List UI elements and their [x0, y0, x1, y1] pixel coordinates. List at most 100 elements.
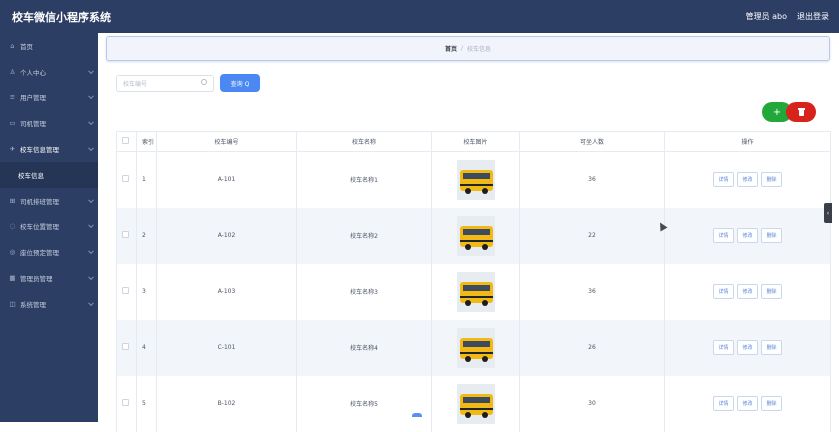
home-icon: ⌂ — [10, 41, 15, 50]
row-name: 校车名称1 — [296, 151, 432, 208]
table-header-row: 索引 校车编号 校车名称 校车图片 可坐人数 操作 — [116, 131, 831, 152]
bus-table: 索引 校车编号 校车名称 校车图片 可坐人数 操作 1 A-101 校车名称1 36 详… — [116, 131, 831, 432]
row-checkbox[interactable] — [122, 287, 129, 294]
row-checkbox[interactable] — [122, 343, 129, 350]
user-icon: ♙ — [9, 67, 16, 76]
edit-button[interactable]: 修改 — [737, 284, 758, 299]
header-select — [116, 131, 137, 152]
row-checkbox[interactable] — [122, 175, 129, 183]
card-icon: ▭ — [9, 119, 16, 128]
sidebar-item-6[interactable]: ⊞ 司机排班管理 — [0, 188, 98, 214]
edit-button[interactable]: 修改 — [737, 340, 758, 355]
row-seats: 36 — [519, 151, 665, 208]
row-select — [116, 375, 137, 432]
sidebar-item-4[interactable]: ✈ 校车信息管理 — [0, 136, 98, 162]
delete-button[interactable]: 删除 — [761, 172, 782, 188]
sidebar-item-5[interactable]: 校车信息 — [0, 161, 98, 188]
row-code: A-103 — [156, 263, 297, 320]
search-input[interactable]: 校车编号 — [116, 75, 214, 92]
sidebar-item-label: 首页 — [20, 42, 33, 51]
sidebar-item-9[interactable]: ▦ 管理员管理 — [0, 265, 98, 291]
delete-button[interactable]: 删除 — [761, 340, 782, 355]
chevron-down-icon — [88, 300, 94, 306]
row-seats: 30 — [519, 375, 665, 432]
breadcrumb: 首页 / 校车信息 — [106, 36, 830, 61]
chevron-down-icon — [88, 145, 94, 152]
sidebar-item-label: 司机管理 — [20, 120, 46, 129]
header-seats: 可坐人数 — [519, 131, 665, 152]
search-placeholder: 校车编号 — [123, 81, 148, 88]
edit-button[interactable]: 修改 — [737, 172, 758, 188]
row-image — [431, 151, 520, 208]
row-checkbox[interactable] — [122, 231, 129, 238]
chevron-down-icon — [88, 197, 94, 203]
detail-button[interactable]: 详情 — [713, 228, 734, 243]
sidebar-item-label: 用户管理 — [20, 94, 46, 103]
edit-button[interactable]: 修改 — [737, 396, 758, 411]
detail-button[interactable]: 详情 — [713, 396, 734, 411]
top-right: 管理员 abo 退出登录 — [746, 11, 829, 22]
sidebar-item-label: 校车位置管理 — [20, 223, 59, 232]
bus-image — [456, 327, 495, 368]
breadcrumb-separator: / — [460, 45, 464, 52]
row-index: 3 — [136, 263, 157, 320]
row-index: 5 — [136, 375, 157, 432]
row-name: 校车名称2 — [296, 207, 432, 264]
delete-button[interactable]: 删除 — [761, 228, 782, 243]
row-image — [431, 207, 520, 264]
search-button[interactable]: 查询 Q — [220, 74, 260, 92]
row-name: 校车名称5 — [296, 375, 432, 432]
row-code: A-101 — [156, 151, 297, 208]
top-bar: 校车微信小程序系统 管理员 abo 退出登录 — [0, 0, 839, 33]
edit-button[interactable]: 修改 — [737, 228, 758, 243]
sidebar-item-1[interactable]: ♙ 个人中心 — [0, 59, 98, 85]
delete-button[interactable]: 删除 — [761, 284, 782, 299]
delete-button[interactable]: 删除 — [761, 396, 782, 411]
logout-link[interactable]: 退出登录 — [797, 11, 829, 22]
scroll-indicator[interactable] — [412, 413, 422, 417]
header-index: 索引 — [136, 131, 157, 152]
batch-delete-button[interactable] — [786, 102, 816, 122]
detail-button[interactable]: 详情 — [713, 284, 734, 299]
table-row: 5 B-102 校车名称5 30 详情 修改 删除 — [116, 375, 831, 432]
system-icon: ◫ — [9, 299, 16, 308]
sidebar-item-10[interactable]: ◫ 系统管理 — [0, 291, 98, 317]
chevron-down-icon — [88, 93, 94, 100]
bus-image — [456, 271, 495, 312]
detail-button[interactable]: 详情 — [713, 172, 734, 188]
header-name: 校车名称 — [296, 131, 432, 152]
chevron-down-icon — [88, 222, 94, 229]
sidebar-item-3[interactable]: ▭ 司机管理 — [0, 110, 98, 136]
row-seats: 26 — [519, 319, 665, 376]
select-all-checkbox[interactable] — [122, 137, 129, 144]
sidebar-item-label: 个人中心 — [20, 68, 46, 77]
bus-image — [456, 159, 495, 200]
chevron-down-icon — [88, 119, 94, 126]
row-seats: 36 — [519, 263, 665, 320]
row-code: B-102 — [156, 375, 297, 432]
breadcrumb-home[interactable]: 首页 — [445, 44, 457, 53]
collapse-handle[interactable]: ‹ — [824, 203, 832, 223]
sidebar-item-2[interactable]: ≡ 用户管理 — [0, 85, 98, 111]
sidebar-item-7[interactable]: ◌ 校车位置管理 — [0, 214, 98, 240]
table-row: 2 A-102 校车名称2 22 详情 修改 删除 — [116, 207, 831, 264]
pin-icon: ✈ — [9, 145, 16, 154]
row-select — [116, 263, 137, 320]
bus-image — [456, 215, 495, 256]
main-content: 首页 / 校车信息 校车编号 查询 Q + 索引 校车编号 校车名称 校车图片 … — [98, 33, 839, 432]
row-image — [431, 319, 520, 376]
detail-button[interactable]: 详情 — [713, 340, 734, 355]
app-title: 校车微信小程序系统 — [12, 10, 111, 24]
table-row: 1 A-101 校车名称1 36 详情 修改 删除 — [116, 151, 831, 208]
sidebar-item-8[interactable]: ◎ 座位预定管理 — [0, 239, 98, 265]
sidebar-item-0[interactable]: ⌂ 首页 — [0, 33, 98, 59]
row-index: 4 — [136, 319, 157, 376]
table-row: 4 C-101 校车名称4 26 详情 修改 删除 — [116, 319, 831, 376]
header-image: 校车图片 — [431, 131, 520, 152]
search-icon — [201, 79, 207, 85]
row-name: 校车名称3 — [296, 263, 432, 320]
sidebar-item-label: 司机排班管理 — [20, 197, 59, 206]
sidebar-item-label: 座位预定管理 — [20, 249, 59, 258]
bus-image — [456, 383, 495, 424]
row-checkbox[interactable] — [122, 399, 129, 406]
